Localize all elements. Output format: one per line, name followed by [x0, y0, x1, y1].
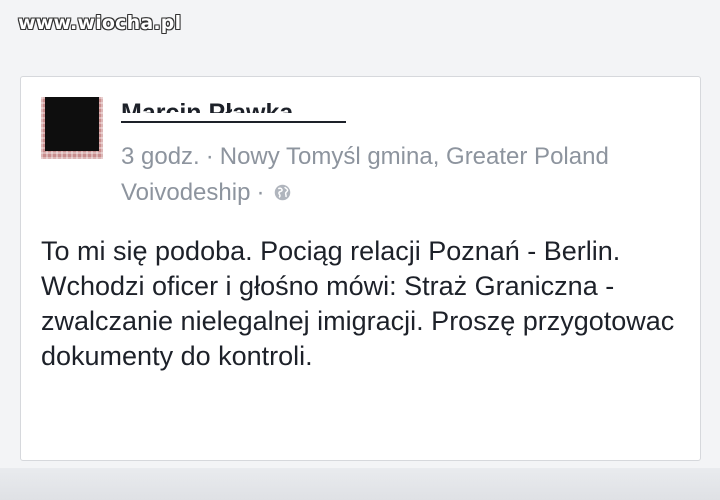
- bottom-strip: [0, 468, 720, 500]
- avatar[interactable]: [41, 97, 103, 159]
- author-name[interactable]: Marcin Pławka: [121, 93, 293, 113]
- censored-face: [45, 97, 99, 151]
- post-text: To mi się podoba. Pociąg relacji Poznań …: [41, 236, 675, 371]
- post-time[interactable]: 3 godz.: [121, 143, 200, 170]
- site-watermark: www.wiocha.pl: [18, 12, 182, 34]
- globe-icon[interactable]: [274, 176, 291, 201]
- post-meta: 3 godz. · Nowy Tomyśl gmina, Greater Polan…: [121, 139, 641, 211]
- facebook-post-card: Marcin Pławka 3 godz. · Nowy Tomyśl gmina,…: [20, 76, 701, 461]
- meta-separator-2: ·: [256, 179, 265, 206]
- author-name-strike: [121, 121, 346, 123]
- meta-separator: ·: [205, 143, 214, 170]
